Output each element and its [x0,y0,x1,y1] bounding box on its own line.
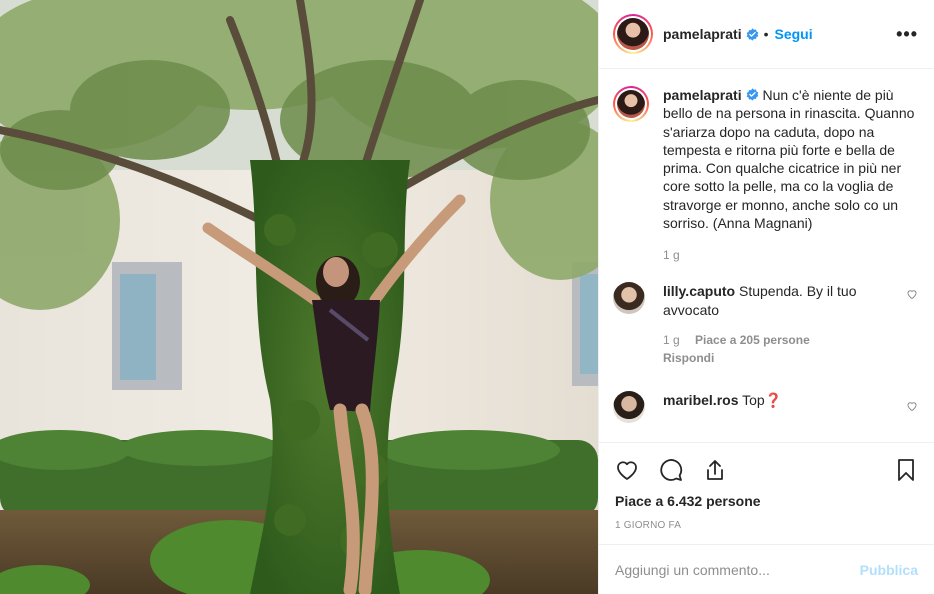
photo-illustration [0,0,598,594]
author-avatar[interactable] [613,14,653,54]
verified-badge-icon [746,88,758,101]
author-username[interactable]: pamelaprati [663,26,742,42]
caption-avatar[interactable] [613,86,649,122]
heart-icon[interactable] [615,458,639,482]
bookmark-icon[interactable] [894,458,918,482]
comment-like-heart-icon[interactable] [906,400,918,412]
likes-count[interactable]: Piace a 6.432 persone [615,493,918,509]
add-comment-bar: Pubblica [599,544,934,594]
caption-username[interactable]: pamelaprati [663,87,742,103]
post-panel: pamelaprati • Segui ••• pamelaprati Nun … [598,0,934,594]
caption-text: Nun c'è niente de più bello de na person… [663,87,915,232]
post-photo[interactable] [0,0,598,594]
share-icon[interactable] [703,458,727,482]
post-time[interactable]: 1 GIORNO FA [615,520,918,531]
post-actions: Piace a 6.432 persone 1 GIORNO FA [599,442,934,542]
comment-like-heart-icon[interactable] [906,288,918,300]
instagram-post: pamelaprati • Segui ••• pamelaprati Nun … [0,0,934,594]
separator-dot: • [763,26,769,42]
more-icon[interactable]: ••• [896,25,918,43]
follow-button[interactable]: Segui [775,26,813,42]
comment-item: maribel.ros Top❓ [613,391,918,424]
verified-badge-icon [746,27,758,41]
comment-icon[interactable] [659,458,683,482]
comment-time[interactable]: 1 g [663,333,680,347]
caption: pamelaprati Nun c'è niente de più bello … [613,86,918,262]
comment-text: Top❓ [742,392,783,409]
caption-time[interactable]: 1 g [663,248,680,262]
comment-item: lilly.caputo Stupenda. By il tuo avvocat… [613,282,918,367]
post-header: pamelaprati • Segui ••• [599,0,934,69]
publish-button[interactable]: Pubblica [860,562,918,578]
comment-username[interactable]: maribel.ros [663,392,738,408]
comment-username[interactable]: lilly.caputo [663,283,735,299]
commenter-avatar[interactable] [613,282,645,315]
comments-section[interactable]: pamelaprati Nun c'è niente de più bello … [599,70,934,442]
reply-button[interactable]: Rispondi [663,349,900,367]
commenter-avatar[interactable] [613,391,645,424]
comment-input[interactable] [615,561,860,578]
comment-likes[interactable]: Piace a 205 persone [695,333,810,347]
